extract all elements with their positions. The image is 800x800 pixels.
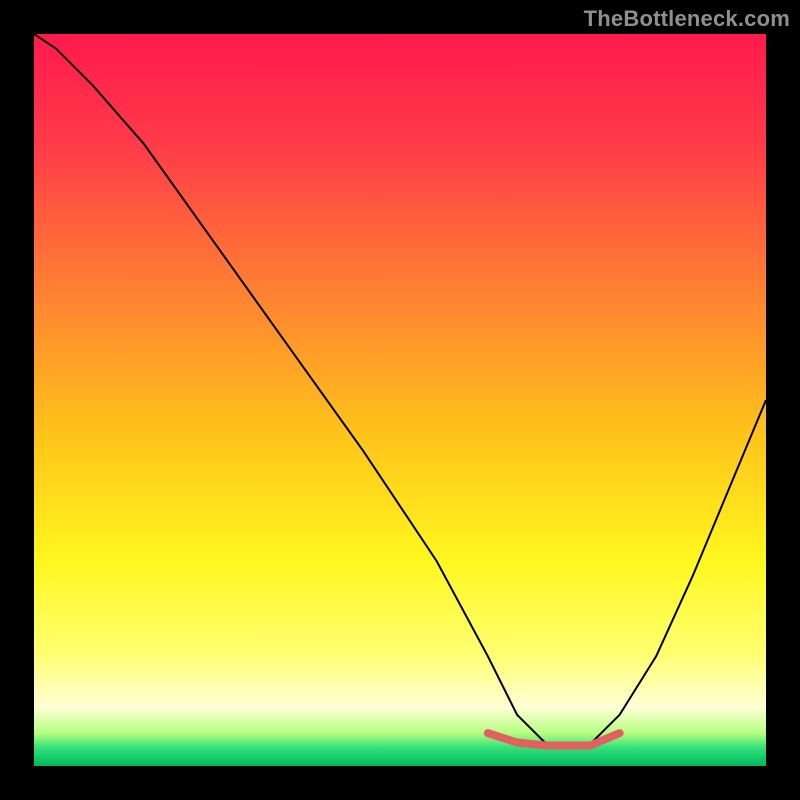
watermark-text: TheBottleneck.com (584, 6, 790, 32)
chart-frame: TheBottleneck.com (0, 0, 800, 800)
chart-svg (34, 34, 766, 766)
plot-area (34, 34, 766, 766)
